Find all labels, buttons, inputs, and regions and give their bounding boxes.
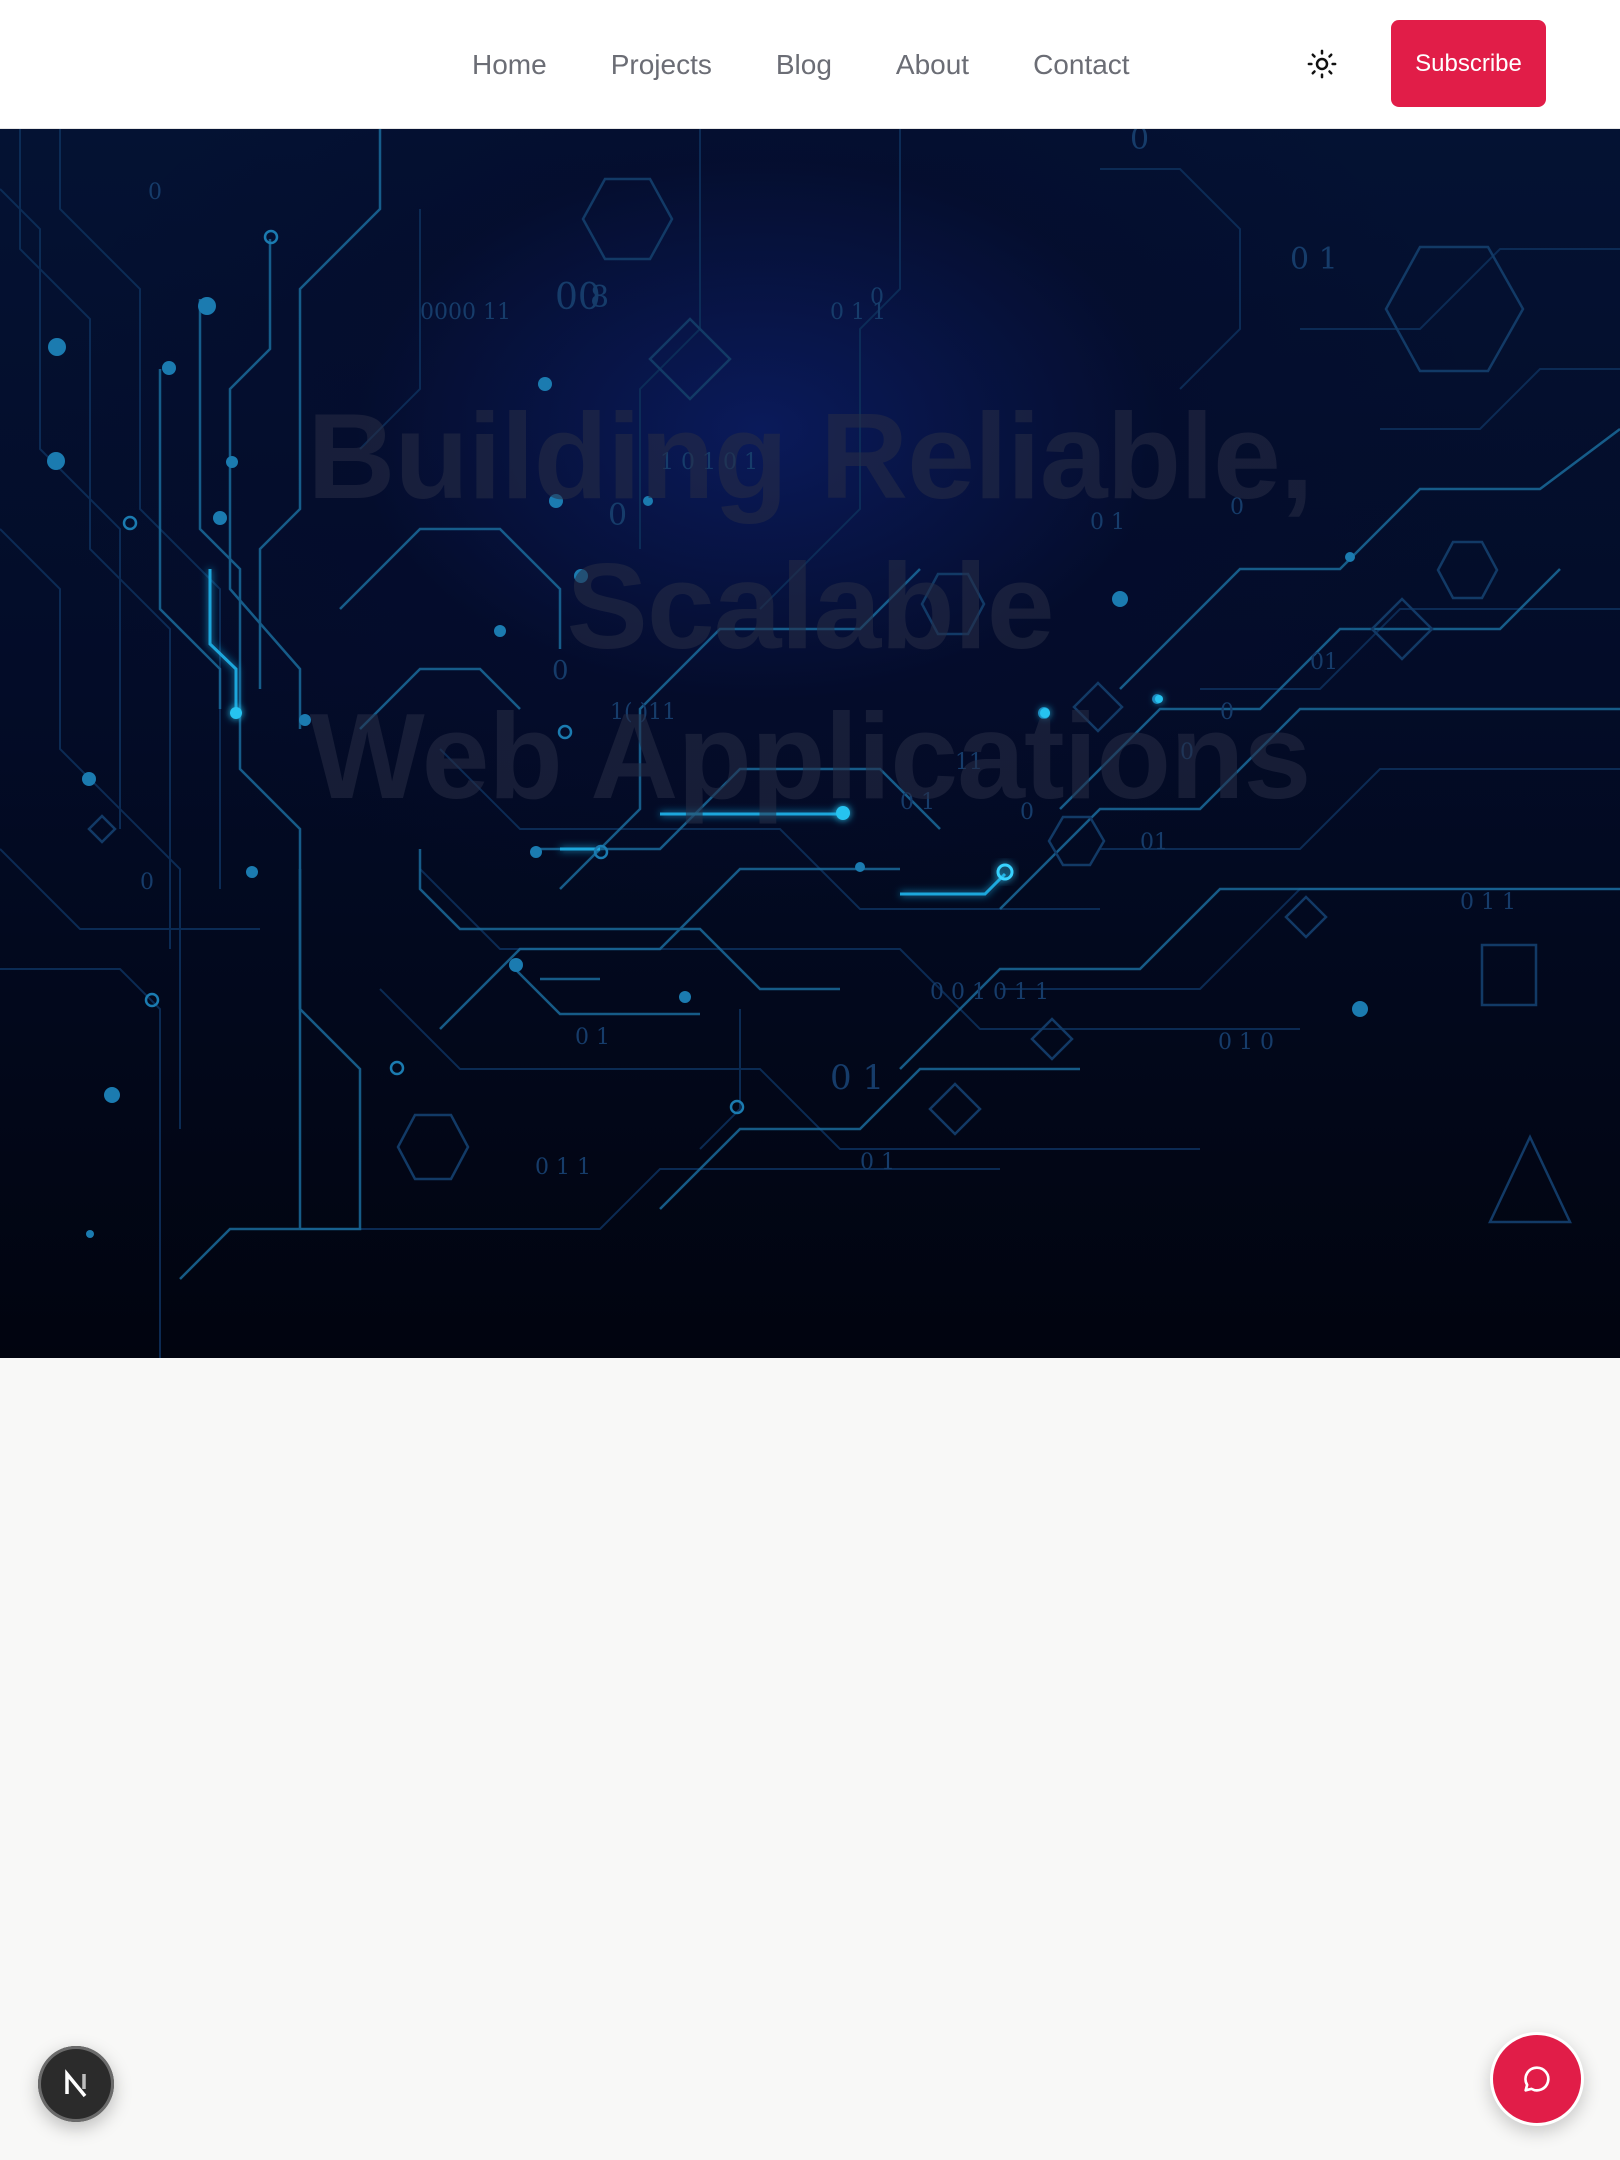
svg-text:0 1 1: 0 1 1 bbox=[535, 1155, 591, 1180]
n-logo-icon bbox=[65, 2069, 87, 2098]
subscribe-button[interactable]: Subscribe bbox=[1391, 20, 1546, 107]
svg-text:01: 01 bbox=[1140, 830, 1168, 855]
nav-link-contact[interactable]: Contact bbox=[1001, 0, 1162, 129]
hero-title-line-1: Building Reliable, Scalable bbox=[307, 388, 1314, 674]
hero-section: 0 0000 11 00 8 0 0 1 1 0 0 1 1 0 1 0 1 0… bbox=[0, 129, 1620, 1358]
nav-link-home[interactable]: Home bbox=[472, 0, 579, 129]
nav-link-projects[interactable]: Projects bbox=[579, 0, 744, 129]
svg-text:0 0 1 0 1 1: 0 0 1 0 1 1 bbox=[930, 980, 1049, 1005]
chat-bubble-icon bbox=[1524, 2066, 1550, 2092]
svg-text:0: 0 bbox=[140, 870, 154, 895]
svg-text:0: 0 bbox=[148, 180, 162, 205]
svg-text:0 1: 0 1 bbox=[860, 1150, 895, 1175]
nextjs-dev-badge[interactable] bbox=[38, 2046, 114, 2122]
sun-icon bbox=[1307, 49, 1337, 79]
chat-button[interactable] bbox=[1490, 2032, 1584, 2126]
nav-link-about[interactable]: About bbox=[864, 0, 1001, 129]
nav-link-blog[interactable]: Blog bbox=[744, 0, 864, 129]
theme-toggle-button[interactable] bbox=[1302, 44, 1342, 84]
main-nav: Home Projects Blog About Contact bbox=[472, 0, 1162, 129]
svg-text:0 1 1: 0 1 1 bbox=[830, 300, 886, 325]
svg-text:0 1: 0 1 bbox=[575, 1025, 610, 1050]
svg-text:0 1: 0 1 bbox=[1290, 242, 1338, 277]
svg-text:8: 8 bbox=[590, 280, 609, 315]
hero-title: Building Reliable, Scalable Web Applicat… bbox=[60, 381, 1560, 831]
svg-text:0 1: 0 1 bbox=[830, 1058, 884, 1098]
svg-text:0: 0 bbox=[1130, 129, 1149, 157]
svg-text:0000 11: 0000 11 bbox=[420, 300, 511, 325]
hero-title-line-2: Web Applications bbox=[309, 688, 1312, 824]
site-header: Home Projects Blog About Contact Subscri… bbox=[0, 0, 1620, 129]
svg-text:0 1 0: 0 1 0 bbox=[1218, 1030, 1274, 1055]
svg-text:0 1 1: 0 1 1 bbox=[1460, 890, 1516, 915]
